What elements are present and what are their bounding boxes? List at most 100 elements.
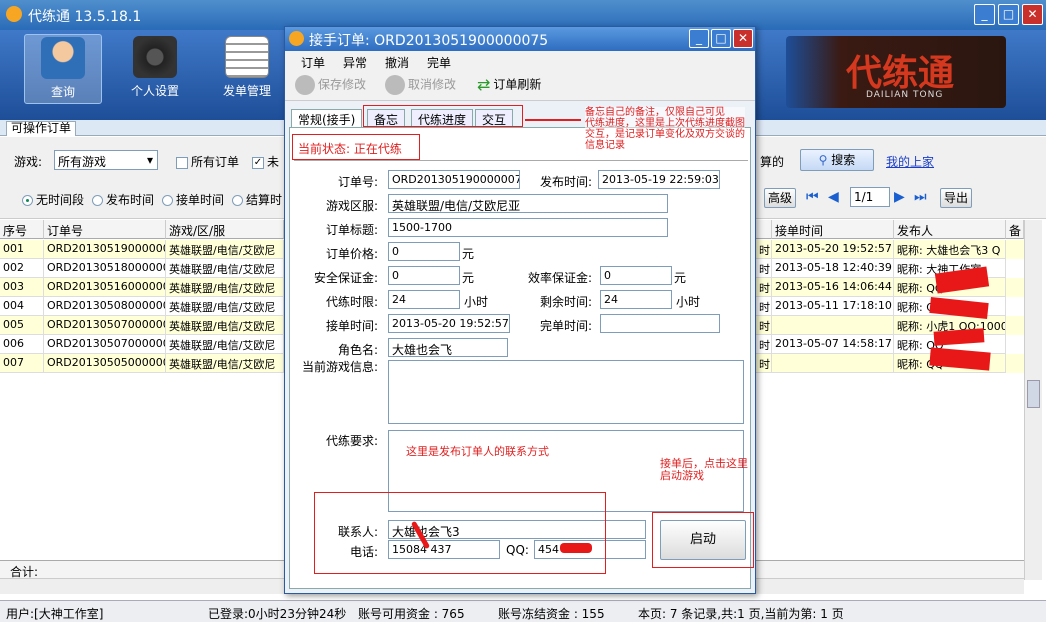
table-cell-tail: 时: [756, 335, 772, 354]
radio-publish-time[interactable]: 发布时间: [92, 191, 154, 208]
all-orders-label: 所有订单: [191, 155, 240, 169]
efficiency-deposit-unit: 元: [674, 271, 687, 285]
menu-revoke[interactable]: 撤消: [385, 54, 409, 71]
search-icon: ⚲: [818, 153, 828, 167]
radio-no-timerange-label: 无时间段: [36, 193, 85, 207]
table-cell-no: 006: [0, 335, 44, 354]
dialog-maximize-button[interactable]: □: [711, 29, 731, 48]
app-title: 代练通 13.5.18.1: [28, 9, 142, 25]
menu-complete[interactable]: 完单: [427, 54, 451, 71]
table-cell-time: 2013-05-18 12:40:39: [772, 259, 894, 278]
radio-settle-time[interactable]: 结算时: [232, 191, 282, 208]
radio-accept-time[interactable]: 接单时间: [162, 191, 224, 208]
gear-icon: [133, 36, 177, 78]
efficiency-deposit-field[interactable]: 0: [600, 266, 672, 285]
brand-banner: 代练通 DAILIAN TONG: [786, 36, 1006, 108]
dialog-close-button[interactable]: ✕: [733, 29, 753, 48]
table-cell-no: 002: [0, 259, 44, 278]
accept-time-field[interactable]: 2013-05-20 19:52:57: [388, 314, 510, 333]
table-cell-game: 英雄联盟/电信/艾欧尼: [166, 278, 284, 297]
column-header-note[interactable]: 备: [1006, 220, 1024, 239]
table-cell-time: 2013-05-20 19:52:57: [772, 240, 894, 259]
price-field[interactable]: 0: [388, 242, 460, 261]
last-page-icon[interactable]: ⏭: [914, 189, 927, 205]
cancel-changes-label: 取消修改: [408, 77, 457, 92]
prev-page-icon[interactable]: ◀: [828, 189, 839, 205]
table-cell-game: 英雄联盟/电信/艾欧尼: [166, 259, 284, 278]
unfinished-label: 未: [267, 155, 280, 169]
game-info-textarea[interactable]: [388, 360, 744, 424]
tabs-annotation-arrow: [525, 119, 581, 121]
status-logged-time: 已登录:0小时23分钟24秒: [208, 607, 347, 621]
order-title-field[interactable]: 1500-1700: [388, 218, 668, 237]
column-header-accept-time[interactable]: 接单时间: [772, 220, 894, 239]
refresh-order-label: 订单刷新: [493, 77, 542, 92]
search-button[interactable]: ⚲ 搜索: [800, 149, 874, 171]
column-header-order[interactable]: 订单号: [44, 220, 166, 239]
column-header-publisher[interactable]: 发布人: [894, 220, 1006, 239]
status-frozen-funds: 账号冻结资金 : 155: [498, 607, 605, 621]
remaining-time-field[interactable]: 24: [600, 290, 672, 309]
publish-time-field[interactable]: 2013-05-19 22:59:03: [598, 170, 720, 189]
advanced-button[interactable]: 高级: [764, 188, 796, 208]
column-header-no[interactable]: 序号: [0, 220, 44, 239]
my-upstream-link[interactable]: 我的上家: [886, 153, 934, 170]
game-select[interactable]: 所有游戏 ▾: [54, 150, 158, 170]
table-cell-tail: 时: [756, 297, 772, 316]
price-unit: 元: [462, 247, 475, 261]
radio-no-timerange[interactable]: 无时间段: [22, 191, 84, 208]
save-changes-label: 保存修改: [318, 77, 367, 92]
table-vertical-scrollbar[interactable]: [1024, 220, 1042, 580]
tabs-annotation: 备忘自己的备注，仅限自己可见 代练进度，这里是上次代练进度截图 交互，是记录订单…: [585, 107, 745, 151]
save-changes-button[interactable]: 保存修改: [295, 75, 366, 95]
game-select-value: 所有游戏: [58, 155, 107, 169]
toolbar-settings-button[interactable]: 个人设置: [116, 34, 194, 104]
zone-field[interactable]: 英雄联盟/电信/艾欧尼亚: [388, 194, 668, 213]
table-cell-time: [772, 316, 894, 335]
radio-accept-time-label: 接单时间: [176, 193, 225, 207]
status-user: 用户:[大神工作室]: [6, 607, 104, 621]
toolbar-orders-button[interactable]: 发单管理: [208, 34, 286, 104]
menu-order[interactable]: 订单: [301, 54, 325, 71]
export-button[interactable]: 导出: [940, 188, 972, 208]
page-input[interactable]: 1/1: [850, 187, 890, 207]
table-cell-order: ORD2013050500000018: [44, 354, 166, 373]
zone-label: 游戏区服:: [325, 199, 378, 213]
table-cell-pub: 昵称: 大雄也会飞3 Q: [894, 240, 1006, 259]
safety-deposit-label: 安全保证金:: [313, 271, 378, 285]
role-name-field[interactable]: 大雄也会飞: [388, 338, 508, 357]
tab-operable-orders[interactable]: 可操作订单: [6, 121, 77, 136]
game-label: 游戏:: [14, 155, 43, 169]
refresh-order-button[interactable]: ⇄ 订单刷新: [477, 75, 541, 95]
column-header-gap: [756, 220, 772, 239]
remaining-time-label: 剩余时间:: [539, 295, 592, 309]
dialog-minimize-button[interactable]: _: [689, 29, 709, 48]
finish-time-field[interactable]: [600, 314, 720, 333]
safety-deposit-field[interactable]: 0: [388, 266, 460, 285]
start-annotation: 接单后，点击这里 启动游戏: [660, 457, 748, 482]
menu-exception[interactable]: 异常: [343, 54, 367, 71]
table-cell-order: ORD2013050800000008: [44, 297, 166, 316]
unfinished-checkbox[interactable]: ✓ 未: [252, 153, 279, 170]
safety-deposit-unit: 元: [462, 271, 475, 285]
finish-time-label: 完单时间:: [539, 319, 592, 333]
cancel-changes-button[interactable]: 取消修改: [385, 75, 456, 95]
first-page-icon[interactable]: ⏮: [806, 189, 819, 205]
order-no-field[interactable]: ORD2013051900000075: [388, 170, 520, 189]
table-cell-game: 英雄联盟/电信/艾欧尼: [166, 316, 284, 335]
table-cell-time: 2013-05-07 14:58:17: [772, 335, 894, 354]
scrollbar-thumb[interactable]: [1027, 380, 1040, 408]
time-limit-field[interactable]: 24: [388, 290, 460, 309]
save-icon: [295, 75, 315, 95]
toolbar-query-button[interactable]: 查询: [24, 34, 102, 104]
efficiency-deposit-label: 效率保证金:: [527, 271, 592, 285]
tab-general[interactable]: 常规(接手): [291, 109, 363, 127]
minimize-button[interactable]: _: [974, 4, 995, 25]
maximize-button[interactable]: □: [998, 4, 1019, 25]
close-button[interactable]: ✕: [1022, 4, 1043, 25]
table-cell-no: 003: [0, 278, 44, 297]
next-page-icon[interactable]: ▶: [894, 189, 905, 205]
table-cell-no: 004: [0, 297, 44, 316]
column-header-game[interactable]: 游戏/区/服: [166, 220, 284, 239]
all-orders-checkbox[interactable]: 所有订单: [176, 153, 239, 170]
